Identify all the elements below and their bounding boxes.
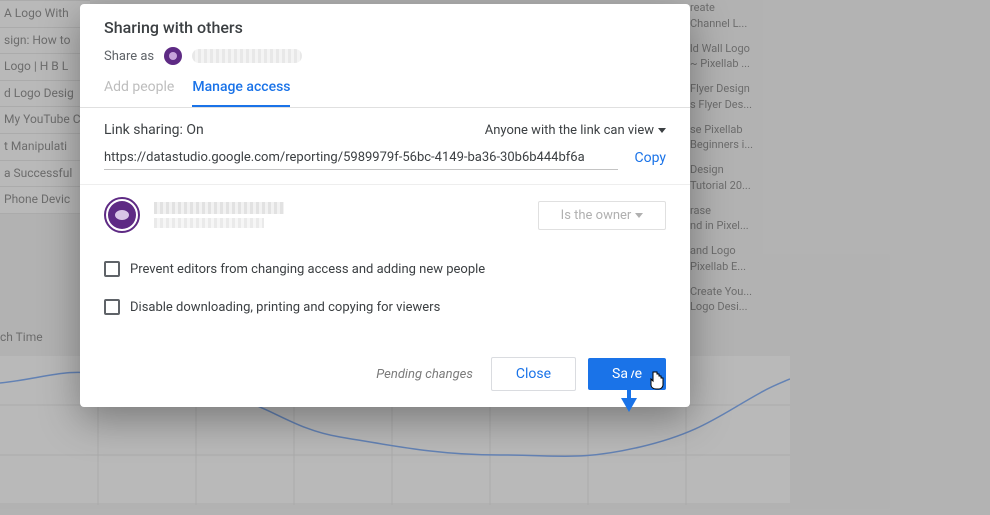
copy-link-button[interactable]: Copy xyxy=(634,150,666,166)
share-as-label: Share as xyxy=(104,49,154,64)
link-permission-dropdown[interactable]: Anyone with the link can view xyxy=(485,123,666,138)
save-button[interactable]: Save xyxy=(588,358,666,390)
owner-role-text: Is the owner xyxy=(561,208,632,223)
chevron-down-icon xyxy=(658,128,666,133)
link-permission-text: Anyone with the link can view xyxy=(485,123,654,138)
tab-add-people[interactable]: Add people xyxy=(104,79,174,107)
share-url-field[interactable]: https://datastudio.google.com/reporting/… xyxy=(104,146,618,170)
option-disable-download[interactable]: Disable downloading, printing and copyin… xyxy=(80,295,690,319)
option-prevent-editors-label: Prevent editors from changing access and… xyxy=(130,262,485,277)
owner-avatar-icon xyxy=(104,197,140,233)
checkbox-icon[interactable] xyxy=(104,299,120,315)
owner-email-redacted xyxy=(154,218,264,228)
owner-name-redacted xyxy=(154,202,284,214)
owner-role-dropdown[interactable]: Is the owner xyxy=(538,201,666,230)
user-avatar-icon xyxy=(164,47,182,65)
option-prevent-editors[interactable]: Prevent editors from changing access and… xyxy=(80,257,690,281)
pending-changes-label: Pending changes xyxy=(376,367,473,382)
share-as-name-redacted xyxy=(192,49,302,63)
tabs: Add people Manage access xyxy=(80,65,690,108)
tab-manage-access[interactable]: Manage access xyxy=(192,79,290,107)
chevron-down-icon xyxy=(635,213,643,218)
option-disable-download-label: Disable downloading, printing and copyin… xyxy=(130,300,440,315)
dialog-title: Sharing with others xyxy=(104,18,666,37)
close-button[interactable]: Close xyxy=(491,357,576,391)
link-sharing-label: Link sharing: On xyxy=(104,122,204,138)
sharing-dialog: Sharing with others Share as Add people … xyxy=(80,4,690,407)
checkbox-icon[interactable] xyxy=(104,261,120,277)
owner-row: Is the owner xyxy=(80,185,690,245)
